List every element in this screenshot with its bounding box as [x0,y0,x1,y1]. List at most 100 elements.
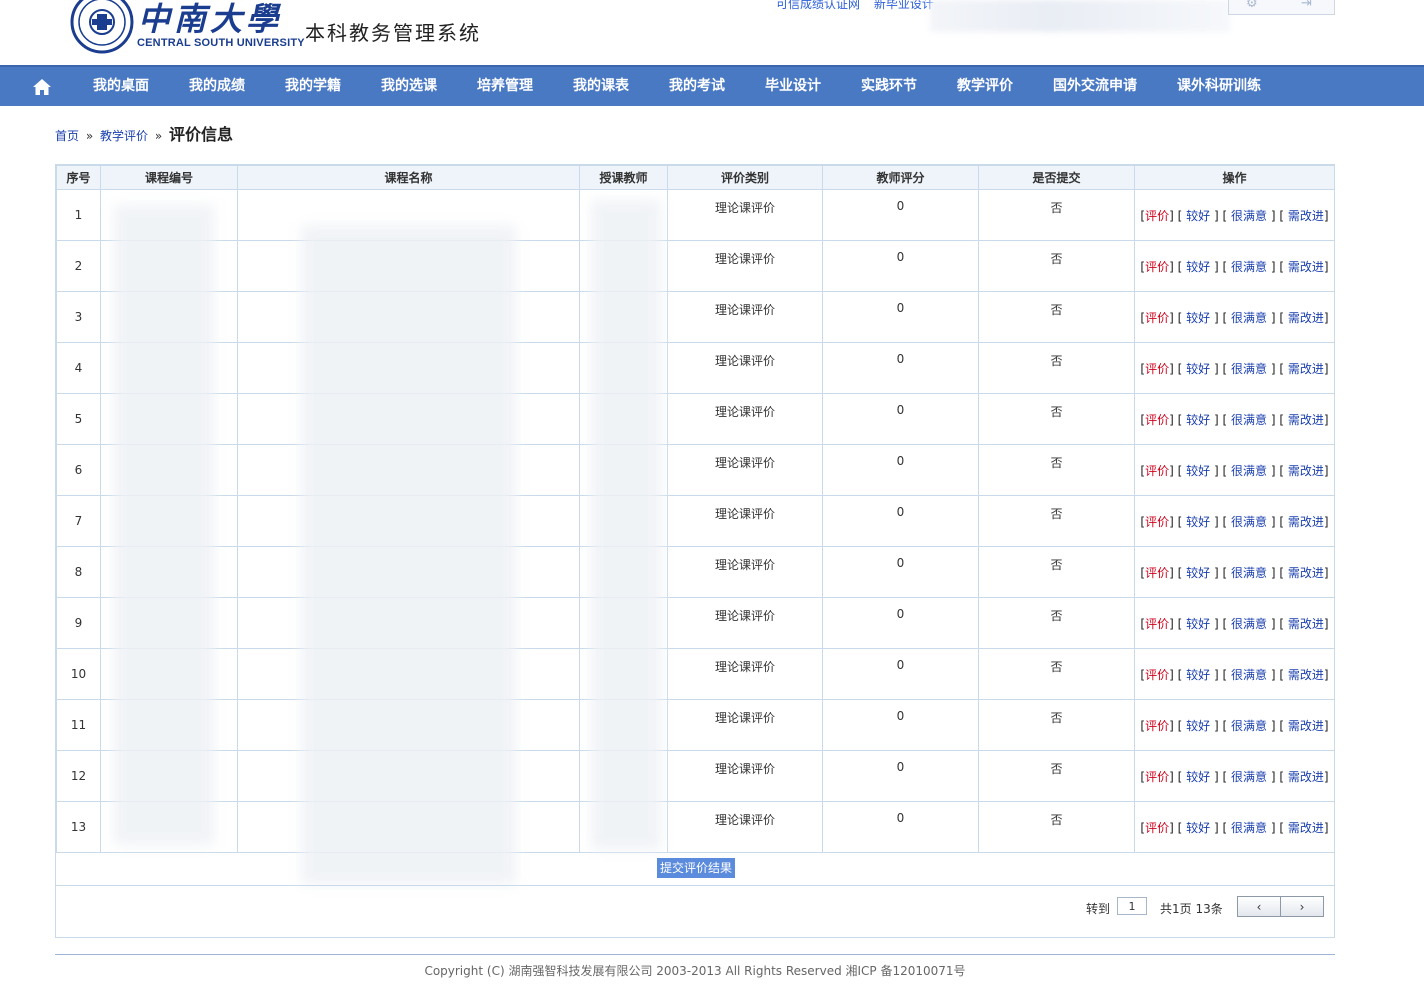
rate-very-satisfied-link[interactable]: 很满意 [1231,311,1267,325]
submit-row: 提交评价结果 [56,853,1334,886]
evaluate-link[interactable]: 评价 [1145,413,1169,427]
rate-needs-improvement-link[interactable]: 需改进 [1288,413,1324,427]
rate-good-link[interactable]: 较好 [1186,260,1210,274]
rate-needs-improvement-link[interactable]: 需改进 [1288,209,1324,223]
rate-very-satisfied-link[interactable]: 很满意 [1231,209,1267,223]
redacted-course-names [301,225,516,885]
evaluate-link[interactable]: 评价 [1145,515,1169,529]
evaluate-link[interactable]: 评价 [1145,311,1169,325]
rate-very-satisfied-link[interactable]: 很满意 [1231,719,1267,733]
breadcrumb-teaching-eval[interactable]: 教学评价 [100,129,148,143]
nav-my-course-select[interactable]: 我的选课 [381,67,437,106]
rate-good-link[interactable]: 较好 [1186,719,1210,733]
rate-needs-improvement-link[interactable]: 需改进 [1288,311,1324,325]
table-row: 10 理论课评价 0 否 [评价] [ 较好 ] [ 很满意 ] [ 需改进] [56,648,1335,700]
col-header-actions: 操作 [1134,165,1335,190]
nav-practice[interactable]: 实践环节 [861,67,917,106]
rate-needs-improvement-link[interactable]: 需改进 [1288,719,1324,733]
rate-good-link[interactable]: 较好 [1186,209,1210,223]
rate-needs-improvement-link[interactable]: 需改进 [1288,464,1324,478]
rate-needs-improvement-link[interactable]: 需改进 [1288,260,1324,274]
actions-cell: [评价] [ 较好 ] [ 很满意 ] [ 需改进] [1134,291,1335,343]
nav-my-status[interactable]: 我的学籍 [285,67,341,106]
submitted-cell: 否 [978,546,1135,598]
breadcrumb-home[interactable]: 首页 [55,129,79,143]
home-icon[interactable] [28,67,56,106]
redacted-teachers [591,200,661,850]
rate-good-link[interactable]: 较好 [1186,515,1210,529]
submitted-cell: 否 [978,699,1135,751]
teacher-score-cell: 0 [822,342,979,394]
nav-my-exams[interactable]: 我的考试 [669,67,725,106]
table-body: 1 理论课评价 0 否 [评价] [ 较好 ] [ 很满意 ] [ 需改进] 2 理论课评价… [56,189,1335,853]
rate-needs-improvement-link[interactable]: 需改进 [1288,362,1324,376]
teacher-score-cell: 0 [822,546,979,598]
rate-good-link[interactable]: 较好 [1186,413,1210,427]
nav-training[interactable]: 培养管理 [477,67,533,106]
actions-cell: [评价] [ 较好 ] [ 很满意 ] [ 需改进] [1134,648,1335,700]
credit-verify-link[interactable]: 可信成绩认证网 [776,0,860,11]
evaluate-link[interactable]: 评价 [1145,209,1169,223]
rate-needs-improvement-link[interactable]: 需改进 [1288,770,1324,784]
evaluate-link[interactable]: 评价 [1145,668,1169,682]
evaluate-link[interactable]: 评价 [1145,566,1169,580]
evaluate-link[interactable]: 评价 [1145,260,1169,274]
evaluate-link[interactable]: 评价 [1145,770,1169,784]
university-seal-logo [70,0,134,54]
prev-page-button[interactable]: ‹ [1237,896,1281,917]
rate-needs-improvement-link[interactable]: 需改进 [1288,515,1324,529]
nav-teaching-eval[interactable]: 教学评价 [957,67,1013,106]
submitted-cell: 否 [978,495,1135,547]
rate-very-satisfied-link[interactable]: 很满意 [1231,617,1267,631]
nav-my-desktop[interactable]: 我的桌面 [93,67,149,106]
rate-very-satisfied-link[interactable]: 很满意 [1231,821,1267,835]
rate-good-link[interactable]: 较好 [1186,668,1210,682]
actions-cell: [评价] [ 较好 ] [ 很满意 ] [ 需改进] [1134,801,1335,853]
rate-very-satisfied-link[interactable]: 很满意 [1231,362,1267,376]
rate-good-link[interactable]: 较好 [1186,821,1210,835]
rate-very-satisfied-link[interactable]: 很满意 [1231,413,1267,427]
rate-good-link[interactable]: 较好 [1186,566,1210,580]
table-row: 3 理论课评价 0 否 [评价] [ 较好 ] [ 很满意 ] [ 需改进] [56,291,1335,343]
rate-good-link[interactable]: 较好 [1186,464,1210,478]
evaluate-link[interactable]: 评价 [1145,617,1169,631]
teacher-score-cell: 0 [822,801,979,853]
rate-needs-improvement-link[interactable]: 需改进 [1288,668,1324,682]
rate-very-satisfied-link[interactable]: 很满意 [1231,464,1267,478]
rate-needs-improvement-link[interactable]: 需改进 [1288,617,1324,631]
nav-my-grades[interactable]: 我的成绩 [189,67,245,106]
eval-category-cell: 理论课评价 [667,546,823,598]
chevron-right-icon: › [1299,899,1305,914]
rate-very-satisfied-link[interactable]: 很满意 [1231,515,1267,529]
rate-very-satisfied-link[interactable]: 很满意 [1231,770,1267,784]
rate-good-link[interactable]: 较好 [1186,362,1210,376]
evaluate-link[interactable]: 评价 [1145,362,1169,376]
evaluate-link[interactable]: 评价 [1145,464,1169,478]
rate-good-link[interactable]: 较好 [1186,311,1210,325]
rate-very-satisfied-link[interactable]: 很满意 [1231,668,1267,682]
next-page-button[interactable]: › [1280,896,1324,917]
col-header-teacher: 授课教师 [579,165,668,190]
rate-good-link[interactable]: 较好 [1186,770,1210,784]
logout-icon[interactable]: ⇥ [1301,0,1312,11]
nav-my-timetable[interactable]: 我的课表 [573,67,629,106]
evaluate-link[interactable]: 评价 [1145,821,1169,835]
page-number-input[interactable] [1117,897,1147,915]
nav-exchange-apply[interactable]: 国外交流申请 [1053,67,1137,106]
nav-graduation-design[interactable]: 毕业设计 [765,67,821,106]
rate-very-satisfied-link[interactable]: 很满意 [1231,566,1267,580]
new-graduation-design-link[interactable]: 新毕业设计 [874,0,934,11]
actions-cell: [评价] [ 较好 ] [ 很满意 ] [ 需改进] [1134,240,1335,292]
evaluate-link[interactable]: 评价 [1145,719,1169,733]
settings-icon[interactable]: ⚙ [1246,0,1258,11]
nav-research-training[interactable]: 课外科研训练 [1177,67,1261,106]
rate-needs-improvement-link[interactable]: 需改进 [1288,821,1324,835]
rate-needs-improvement-link[interactable]: 需改进 [1288,566,1324,580]
rate-good-link[interactable]: 较好 [1186,617,1210,631]
actions-cell: [评价] [ 较好 ] [ 很满意 ] [ 需改进] [1134,750,1335,802]
eval-category-cell: 理论课评价 [667,189,823,241]
header-tools: ⚙ ⇥ [1228,0,1335,15]
submit-evaluation-button[interactable]: 提交评价结果 [657,858,736,878]
table-row: 8 理论课评价 0 否 [评价] [ 较好 ] [ 很满意 ] [ 需改进] [56,546,1335,598]
rate-very-satisfied-link[interactable]: 很满意 [1231,260,1267,274]
